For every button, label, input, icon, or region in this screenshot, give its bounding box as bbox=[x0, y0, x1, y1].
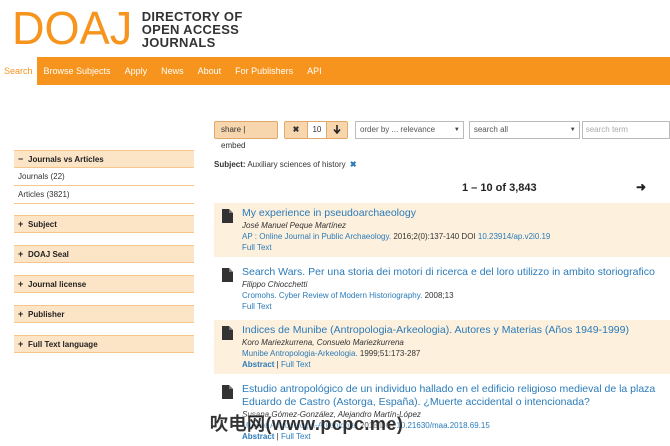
arrow-down-glyph bbox=[333, 125, 341, 135]
plus-icon: + bbox=[18, 338, 24, 349]
filter-label: Subject: bbox=[214, 160, 246, 169]
facet-doaj-seal: + DOAJ Seal bbox=[14, 245, 194, 263]
facet-label: Full Text language bbox=[28, 339, 98, 349]
plus-icon: + bbox=[18, 218, 24, 229]
document-icon bbox=[222, 209, 233, 223]
document-icon bbox=[222, 268, 233, 282]
plus-icon: + bbox=[18, 248, 24, 259]
logo-tagline-line1: DIRECTORY OF bbox=[141, 8, 243, 24]
result-fulltext-link[interactable]: Full Text bbox=[281, 360, 311, 369]
nav-api[interactable]: API bbox=[300, 57, 329, 85]
nav-about[interactable]: About bbox=[191, 57, 229, 85]
nav-apply[interactable]: Apply bbox=[118, 57, 155, 85]
logo-tagline-line2: OPEN ACCESS bbox=[141, 21, 240, 37]
result-links: Full Text bbox=[242, 242, 670, 253]
nav-search[interactable]: Search bbox=[0, 57, 37, 85]
facet-toggle-journal-license[interactable]: + Journal license bbox=[14, 275, 194, 293]
facet-option-articles[interactable]: Articles (3821) bbox=[14, 186, 194, 204]
plus-icon: + bbox=[18, 278, 24, 289]
document-icon bbox=[222, 385, 233, 399]
page-size-control: ✖ 10 bbox=[283, 121, 348, 139]
facet-toggle-publisher[interactable]: + Publisher bbox=[14, 305, 194, 323]
result-title-link[interactable]: Search Wars. Per una storia dei motori d… bbox=[242, 266, 670, 279]
active-subject-filter: Subject: Auxiliary sciences of history ✖ bbox=[214, 160, 357, 169]
result-journal-link[interactable]: Cromohs. Cyber Review of Modern Historio… bbox=[242, 291, 422, 300]
facet-toggle-full-text-language[interactable]: + Full Text language bbox=[14, 335, 194, 353]
facet-journals-vs-articles: − Journals vs Articles Journals (22) Art… bbox=[14, 150, 194, 204]
result-source: AP : Online Journal in Public Archaeolog… bbox=[242, 231, 670, 242]
result-authors: Filippo Chiocchetti bbox=[242, 280, 308, 289]
facet-toggle-subject[interactable]: + Subject bbox=[14, 215, 194, 233]
site-watermark: 吹电网(www.pcpc.me) bbox=[210, 414, 404, 434]
result-item: Indices de Munibe (Antropologia-Arkeolog… bbox=[214, 320, 670, 374]
facet-label: Journals vs Articles bbox=[28, 154, 104, 164]
result-fulltext-link[interactable]: Full Text bbox=[242, 302, 272, 311]
facet-label: DOAJ Seal bbox=[28, 249, 69, 259]
logo-wordmark: DOAJ bbox=[12, 2, 133, 54]
minus-icon: − bbox=[18, 153, 24, 164]
result-authors: José Manuel Peque Martínez bbox=[242, 221, 347, 230]
search-field-value: search all bbox=[473, 125, 509, 134]
search-toolbar: share | embed ✖ 10 order by ... relevanc… bbox=[214, 121, 670, 150]
facet-label: Publisher bbox=[28, 309, 65, 319]
facet-toggle-journals-vs-articles[interactable]: − Journals vs Articles bbox=[14, 150, 194, 168]
order-by-select[interactable]: order by ... relevance ▼ bbox=[354, 121, 464, 139]
result-doi-link[interactable]: 10.23914/ap.v2i0.19 bbox=[478, 232, 551, 241]
facet-journal-license: + Journal license bbox=[14, 275, 194, 293]
result-item: Search Wars. Per una storia dei motori d… bbox=[214, 262, 670, 316]
caret-down-icon: ▼ bbox=[569, 127, 576, 133]
doaj-logo[interactable]: DOAJ DIRECTORY OF OPEN ACCESS JOURNALS bbox=[12, 2, 243, 54]
result-links: Full Text bbox=[242, 301, 670, 312]
facet-toggle-doaj-seal[interactable]: + DOAJ Seal bbox=[14, 245, 194, 263]
filter-value: Auxiliary sciences of history bbox=[247, 160, 346, 169]
nav-browse-subjects[interactable]: Browse Subjects bbox=[37, 57, 118, 85]
arrow-down-icon[interactable] bbox=[327, 122, 347, 138]
facet-full-text-language: + Full Text language bbox=[14, 335, 194, 353]
result-source: Munibe Antropologia-Arkeologia. 1999;51:… bbox=[242, 348, 670, 359]
nav-news[interactable]: News bbox=[154, 57, 191, 85]
main-navbar: Search Browse Subjects Apply News About … bbox=[0, 57, 670, 85]
result-journal-link[interactable]: Munibe Antropologia-Arkeologia. bbox=[242, 349, 358, 358]
facet-subject: + Subject bbox=[14, 215, 194, 233]
facet-option-journals[interactable]: Journals (22) bbox=[14, 168, 194, 186]
result-item: My experience in pseudoarchaeology José … bbox=[214, 203, 670, 257]
logo-tagline: DIRECTORY OF OPEN ACCESS JOURNALS bbox=[142, 8, 243, 49]
order-by-value: order by ... relevance bbox=[359, 125, 436, 134]
facet-publisher: + Publisher bbox=[14, 305, 194, 323]
caret-down-icon: ▼ bbox=[453, 127, 460, 133]
clear-icon[interactable]: ✖ bbox=[285, 122, 307, 138]
result-journal-link[interactable]: AP : Online Journal in Public Archaeolog… bbox=[242, 232, 391, 241]
result-doi-link[interactable]: 10.21630/maa.2018.69.15 bbox=[396, 421, 489, 430]
result-citation: 1999;51:173-287 bbox=[359, 349, 421, 358]
result-source: Cromohs. Cyber Review of Modern Historio… bbox=[242, 290, 670, 301]
remove-filter-icon[interactable]: ✖ bbox=[350, 160, 357, 169]
facet-label: Subject bbox=[28, 219, 57, 229]
result-citation: 2016;2(0):137-140 DOI bbox=[393, 232, 476, 241]
result-title-link[interactable]: My experience in pseudoarchaeology bbox=[242, 207, 670, 220]
next-page-icon[interactable]: ➜ bbox=[636, 180, 646, 194]
logo-tagline-line3: JOURNALS bbox=[141, 34, 216, 50]
search-term-input[interactable]: search term bbox=[581, 121, 670, 139]
nav-for-publishers[interactable]: For Publishers bbox=[228, 57, 300, 85]
result-title-link[interactable]: Estudio antropológico de un individuo ha… bbox=[242, 383, 670, 409]
result-citation: 2008;13 bbox=[424, 291, 454, 300]
plus-icon: + bbox=[18, 308, 24, 319]
document-icon bbox=[222, 326, 233, 340]
result-fulltext-link[interactable]: Full Text bbox=[242, 243, 272, 252]
result-abstract-toggle[interactable]: Abstract bbox=[242, 360, 274, 369]
share-embed-button[interactable]: share | embed bbox=[214, 121, 278, 150]
result-links: Abstract | Full Text bbox=[242, 360, 311, 369]
result-authors: Koro Mariezkurrena, Consuelo Mariezkurre… bbox=[242, 338, 404, 347]
page-size-value[interactable]: 10 bbox=[306, 122, 327, 138]
results-count: 1 – 10 of 3,843 bbox=[462, 182, 537, 194]
result-title-link[interactable]: Indices de Munibe (Antropologia-Arkeolog… bbox=[242, 324, 670, 337]
facet-label: Journal license bbox=[28, 279, 87, 289]
search-field-select[interactable]: search all ▼ bbox=[468, 121, 580, 139]
